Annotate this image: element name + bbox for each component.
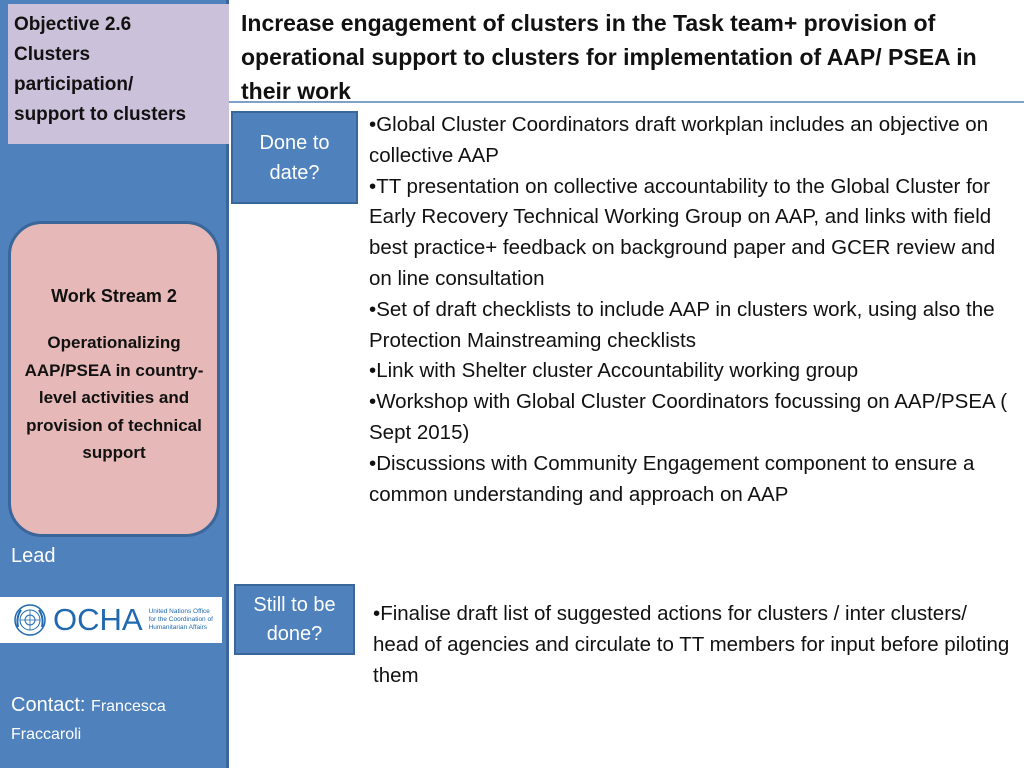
objective-line: Clusters [14,44,91,65]
ocha-subtitle-line: United Nations Office [148,608,210,615]
work-stream-title: Work Stream 2 [51,286,177,306]
work-stream-card: Work Stream 2 Operationalizing AAP/PSEA … [8,221,220,537]
ocha-subtitle-line: Humanitarian Affairs [148,624,207,631]
contact-label: Contact: [11,694,86,716]
contact-info: Contact: Francesca Fraccaroli [11,692,226,748]
done-to-date-label: Done to date? [231,111,358,204]
still-to-be-done-label: Still to be done? [234,584,355,655]
work-stream-description: Operationalizing AAP/PSEA in country-lev… [24,333,204,462]
header-divider [229,101,1024,103]
ocha-subtitle: United Nations Office for the Coordinati… [149,608,213,632]
list-item: Finalise draft list of suggested actions… [373,599,1013,691]
list-item: TT presentation on collective accountabi… [369,172,1019,295]
objective-line: participation/ [14,74,134,95]
list-item: Global Cluster Coordinators draft workpl… [369,110,1019,172]
ocha-subtitle-line: for the Coordination of [148,616,213,623]
page-title: Increase engagement of clusters in the T… [241,10,977,104]
lead-label: Lead [11,545,56,567]
objective-box: Objective 2.6 Clusters participation/ su… [8,4,229,144]
list-item: Discussions with Community Engagement co… [369,449,1019,511]
objective-line: support to clusters [14,104,187,125]
done-list: Global Cluster Coordinators draft workpl… [369,110,1019,510]
list-item: Set of draft checklists to include AAP i… [369,295,1019,357]
sidebar-panel: Objective 2.6 Clusters participation/ su… [0,0,229,768]
ocha-logo: OCHA United Nations Office for the Coord… [0,597,222,643]
still-list: Finalise draft list of suggested actions… [373,599,1013,691]
list-item: Link with Shelter cluster Accountability… [369,356,1019,387]
list-item: Workshop with Global Cluster Coordinator… [369,387,1019,449]
un-emblem-icon [14,604,46,636]
ocha-wordmark: OCHA [53,602,143,637]
objective-line: Objective 2.6 [14,14,132,35]
